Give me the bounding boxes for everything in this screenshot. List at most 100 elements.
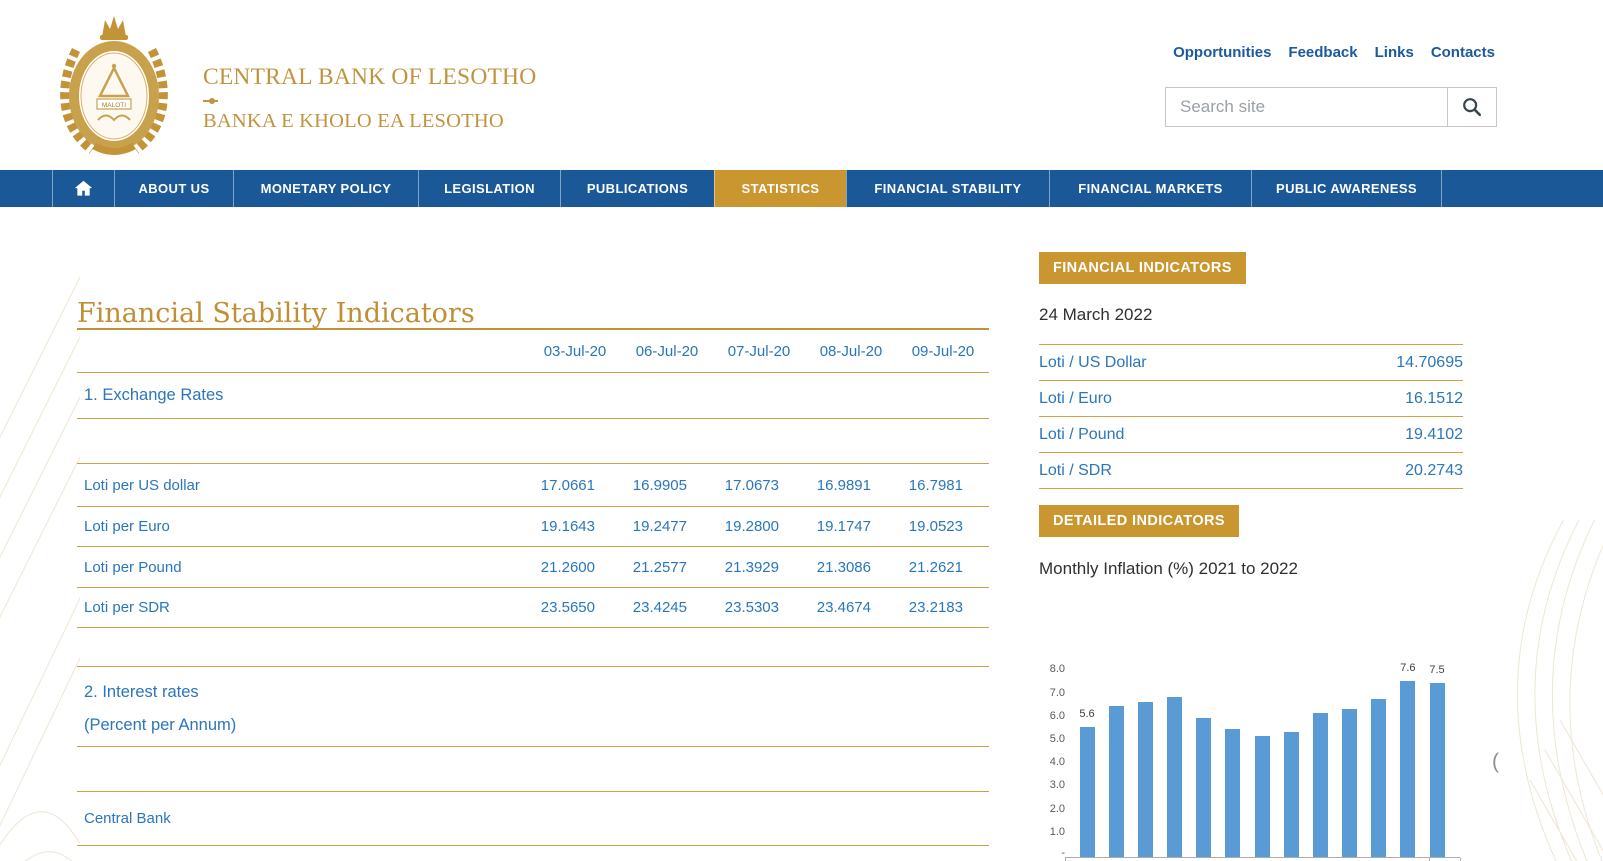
page-title: Financial Stability Indicators	[77, 298, 475, 329]
row-label: Loti per US dollar	[77, 477, 529, 494]
table-row: Loti per Euro19.164319.247719.280019.174…	[77, 507, 989, 547]
rate-label: Loti / Pound	[1039, 417, 1124, 452]
row-value: 19.1643	[529, 518, 621, 535]
y-axis-tick-label: 1.0	[1039, 826, 1065, 838]
logo-divider	[203, 98, 429, 104]
indicator-rates-table: Loti / US Dollar 14.70695 Loti / Euro 16.15…	[1039, 344, 1463, 489]
search-button[interactable]	[1447, 88, 1496, 126]
row-value: 16.9891	[805, 477, 897, 494]
section-label: 2. Interest rates(Percent per Annum)	[77, 667, 529, 742]
y-axis-tick-label: 4.0	[1039, 756, 1065, 768]
monthly-inflation-chart: 8.07.06.05.04.03.02.01.0-5.67.67.5	[1039, 611, 1463, 860]
inflation-bar	[1284, 732, 1299, 857]
rate-label: Loti / US Dollar	[1039, 345, 1147, 380]
nav-item-publications[interactable]: PUBLICATIONS	[560, 170, 714, 207]
inflation-bar	[1167, 697, 1182, 857]
row-label: Central Bank	[77, 810, 529, 827]
top-link-feedback[interactable]: Feedback	[1288, 44, 1357, 61]
inflation-bar	[1313, 713, 1328, 857]
row-value: 21.3086	[805, 559, 897, 576]
x-axis-line	[1065, 857, 1460, 858]
inflation-bar	[1080, 727, 1095, 857]
inflation-bar	[1196, 718, 1211, 857]
top-link-opportunities[interactable]: Opportunities	[1173, 44, 1271, 61]
nav-item-statistics[interactable]: STATISTICS	[714, 170, 846, 207]
decorative-pattern-left	[0, 207, 80, 861]
y-axis-tick-label: 5.0	[1039, 733, 1065, 745]
rate-value: 14.70695	[1396, 345, 1463, 380]
row-value: 21.3929	[713, 559, 805, 576]
row-value: 23.5650	[529, 599, 621, 616]
logo-line1: CENTRAL BANK OF LESOTHO	[203, 64, 443, 91]
cbl-emblem-logo: MALOTI	[50, 10, 178, 160]
indicators-date: 24 March 2022	[1039, 305, 1463, 325]
nav-item-legislation[interactable]: LEGISLATION	[418, 170, 560, 207]
row-value: 19.2800	[713, 518, 805, 535]
rate-value: 16.1512	[1405, 381, 1463, 416]
partial-glyph: (	[1492, 750, 1499, 774]
site-header: MALOTI CENTRAL BANK OF LESOTHO BANKA E K…	[0, 0, 1603, 170]
inflation-bar	[1225, 729, 1240, 857]
logo-line2: BANKA E KHOLO EA LESOTHO	[203, 110, 443, 133]
date-column-header: 06-Jul-20	[621, 343, 713, 360]
row-value: 23.2183	[897, 599, 989, 616]
y-axis-tick-label: 7.0	[1039, 687, 1065, 699]
cbl-statistics-page: MALOTI CENTRAL BANK OF LESOTHO BANKA E K…	[0, 0, 1603, 861]
table-row	[77, 628, 989, 667]
bar-data-label: 5.6	[1072, 708, 1102, 720]
sidebar: FINANCIAL INDICATORS 24 March 2022 Loti …	[1039, 252, 1463, 860]
date-column-header: 08-Jul-20	[805, 343, 897, 360]
top-link-contacts[interactable]: Contacts	[1431, 44, 1495, 61]
row-value: 16.9905	[621, 477, 713, 494]
inflation-bar	[1138, 702, 1153, 857]
rate-label: Loti / Euro	[1039, 381, 1112, 416]
detailed-indicators-badge: DETAILED INDICATORS	[1039, 505, 1239, 537]
rate-value: 20.2743	[1405, 453, 1463, 488]
row-value: 23.4674	[805, 599, 897, 616]
inflation-bar	[1109, 706, 1124, 857]
nav-item-financial-markets[interactable]: FINANCIAL MARKETS	[1049, 170, 1251, 207]
table-row: Central Bank	[77, 792, 989, 846]
row-label: Loti per Euro	[77, 518, 529, 535]
table-row	[77, 747, 989, 792]
row-value: 23.4245	[621, 599, 713, 616]
section-label: 1. Exchange Rates	[77, 386, 529, 405]
row-value: 19.1747	[805, 518, 897, 535]
table-row: 1. Exchange Rates	[77, 373, 989, 419]
nav-item-home[interactable]	[52, 170, 114, 207]
search-input[interactable]	[1166, 88, 1447, 126]
nav-item-public-awareness[interactable]: PUBLIC AWARENESS	[1251, 170, 1441, 207]
y-axis-tick-label: -	[1039, 847, 1065, 859]
row-value: 19.2477	[621, 518, 713, 535]
table-row: Loti per US dollar17.066116.990517.06731…	[77, 464, 989, 507]
y-axis-tick-label: 2.0	[1039, 803, 1065, 815]
inflation-bar	[1400, 681, 1415, 857]
row-label: Loti per Pound	[77, 559, 529, 576]
top-link-links[interactable]: Links	[1375, 44, 1414, 61]
nav-item-financial-stability[interactable]: FINANCIAL STABILITY	[846, 170, 1049, 207]
inflation-bar	[1430, 683, 1445, 857]
emblem-banner-text: MALOTI	[102, 102, 126, 109]
main-navigation: ABOUT USMONETARY POLICYLEGISLATIONPUBLIC…	[0, 170, 1603, 207]
row-value: 21.2600	[529, 559, 621, 576]
bar-data-label: 7.6	[1393, 662, 1423, 674]
row-value: 21.2577	[621, 559, 713, 576]
row-value: 17.0673	[713, 477, 805, 494]
date-column-header: 03-Jul-20	[529, 343, 621, 360]
table-row: Lombard Facility7.477.477.477.477.47	[77, 846, 989, 861]
nav-item-about-us[interactable]: ABOUT US	[114, 170, 233, 207]
financial-stability-table: 03-Jul-2006-Jul-2007-Jul-2008-Jul-2009-J…	[77, 328, 989, 861]
chart-subtitle: Monthly Inflation (%) 2021 to 2022	[1039, 559, 1463, 579]
section-label-line2: (Percent per Annum)	[84, 709, 529, 742]
logo-wordmark: CENTRAL BANK OF LESOTHO BANKA E KHOLO EA…	[203, 64, 443, 133]
financial-indicators-badge: FINANCIAL INDICATORS	[1039, 252, 1246, 284]
decorative-pattern-right	[1505, 520, 1603, 861]
rate-row: Loti / SDR20.2743	[1039, 453, 1463, 489]
y-axis-tick-label: 3.0	[1039, 779, 1065, 791]
search-box	[1165, 87, 1497, 127]
rate-value: 19.4102	[1405, 417, 1463, 452]
table-row: Loti per Pound21.260021.257721.392921.30…	[77, 547, 989, 588]
nav-item-monetary-policy[interactable]: MONETARY POLICY	[233, 170, 418, 207]
row-value: 16.7981	[897, 477, 989, 494]
row-value: 19.0523	[897, 518, 989, 535]
